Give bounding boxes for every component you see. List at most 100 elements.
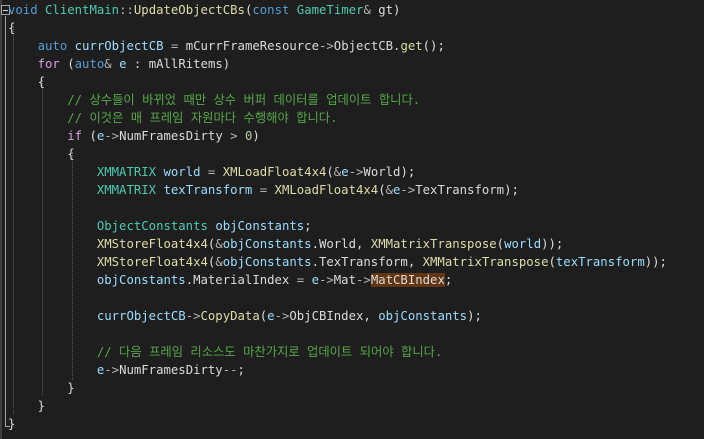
code-token: // 다음 프레임 리소스도 마찬가지로 업데이트 되어야 합니다.: [96, 345, 443, 359]
code-token: objConstants: [215, 219, 305, 233]
code-token: MatCBIndex: [370, 273, 445, 287]
code-line[interactable]: XMMATRIX world = XMLoadFloat4x4(&e->Worl…: [8, 163, 415, 181]
code-token: (: [496, 237, 505, 251]
code-line[interactable]: XMMATRIX texTransform = XMLoadFloat4x4(&…: [8, 181, 519, 199]
code-line[interactable]: XMStoreFloat4x4 (&objConstants.TexTransfo…: [8, 253, 667, 271]
code-line[interactable]: }: [8, 379, 75, 397]
code-token: // 상수들이 바뀌었 때만 상수 버퍼 데이터를 업데이트 합니다.: [67, 93, 421, 107]
code-line[interactable]: void ClientMain::UpdateObjectCBs(const G…: [8, 1, 400, 19]
code-token: );: [467, 309, 482, 323]
code-token: objConstants: [378, 309, 468, 323]
code-token: texTransform: [163, 183, 253, 197]
code-token: .: [311, 237, 319, 251]
code-token: ObjectConstants: [96, 219, 208, 233]
code-token: mCurrFrameResource: [185, 39, 319, 53]
code-token: ): [252, 129, 260, 143]
code-token: ObjectCB: [333, 39, 394, 53]
code-token: UpdateObjectCBs: [133, 3, 245, 17]
code-token: World: [363, 165, 401, 179]
code-token: XMMATRIX: [96, 165, 157, 179]
code-line[interactable]: ObjectConstants objConstants;: [8, 217, 312, 235]
code-line[interactable]: }: [8, 397, 45, 415]
code-token: XMMatrixTranspose: [370, 237, 497, 251]
code-token: World: [318, 237, 356, 251]
code-line[interactable]: e->NumFramesDirty--;: [8, 361, 245, 379]
code-token: NumFramesDirty: [119, 129, 223, 143]
code-line[interactable]: objConstants.MaterialIndex = e->Mat->Mat…: [8, 271, 452, 289]
code-token: {: [8, 147, 75, 161]
code-line[interactable]: auto currObjectCB = mCurrFrameResource->…: [8, 37, 445, 55]
code-token: XMLoadFloat4x4: [274, 183, 379, 197]
code-line[interactable]: if (e->NumFramesDirty > 0): [8, 127, 260, 145]
code-line[interactable]: currObjectCB->CopyData(e->ObjCBIndex, ob…: [8, 307, 482, 325]
code-token: (: [326, 165, 334, 179]
code-token: ;: [444, 273, 453, 287]
code-line[interactable]: XMStoreFloat4x4 (&objConstants.World, XMM…: [8, 235, 563, 253]
code-token: MaterialIndex: [193, 273, 290, 287]
code-token: objConstants: [222, 237, 312, 251]
code-line[interactable]: }: [8, 415, 15, 433]
code-token: ->: [274, 309, 290, 323]
code-token: XMMatrixTranspose: [422, 255, 549, 269]
code-token: ));: [541, 237, 564, 251]
code-token: XMLoadFloat4x4: [222, 165, 327, 179]
code-token: }: [8, 399, 46, 413]
code-line[interactable]: // 다음 프레임 리소스도 마찬가지로 업데이트 되어야 합니다.: [8, 343, 443, 361]
code-line[interactable]: {: [8, 19, 15, 37]
code-line[interactable]: // 상수들이 바뀌었 때만 상수 버퍼 데이터를 업데이트 합니다.: [8, 91, 420, 109]
code-token: ->: [356, 273, 371, 287]
code-token: (: [59, 57, 75, 71]
fold-region-line: [5, 16, 6, 426]
code-token: e: [341, 165, 349, 179]
code-line[interactable]: {: [8, 145, 75, 163]
code-line[interactable]: {: [8, 73, 45, 91]
code-token: ::: [119, 3, 134, 17]
code-token: void: [8, 3, 38, 17]
code-token: --: [222, 363, 238, 377]
code-token: ;: [237, 363, 245, 377]
code-token: e: [267, 309, 275, 323]
code-token: auto: [74, 57, 105, 71]
code-line[interactable]: for (auto& e : mAllRitems): [8, 55, 231, 73]
code-token: ->: [318, 273, 334, 287]
code-token: for: [37, 57, 60, 71]
code-token: &: [363, 3, 371, 17]
code-token: XMStoreFloat4x4: [96, 237, 208, 251]
code-token: currObjectCB: [74, 39, 164, 53]
code-token: texTransform: [555, 255, 645, 269]
code-token: objConstants: [96, 273, 186, 287]
code-token: }: [8, 381, 75, 395]
code-token: ->: [318, 39, 334, 53]
code-token: e: [311, 273, 319, 287]
code-token: if: [67, 129, 83, 143]
code-token: TexTransform: [318, 255, 408, 269]
code-token: &: [215, 237, 223, 251]
code-token: world: [163, 165, 201, 179]
code-token: ->: [104, 363, 120, 377]
code-token: auto: [37, 39, 68, 53]
code-token: ,: [363, 309, 379, 323]
code-line[interactable]: // 이것은 매 프레임 자원마다 수행해야 합니다.: [8, 109, 337, 127]
code-token: );: [504, 183, 519, 197]
code-token: world: [504, 237, 542, 251]
code-token: );: [400, 165, 416, 179]
code-editor[interactable]: void ClientMain::UpdateObjectCBs(const G…: [0, 0, 704, 439]
code-token: gt): [370, 3, 401, 17]
code-token: ));: [644, 255, 667, 269]
